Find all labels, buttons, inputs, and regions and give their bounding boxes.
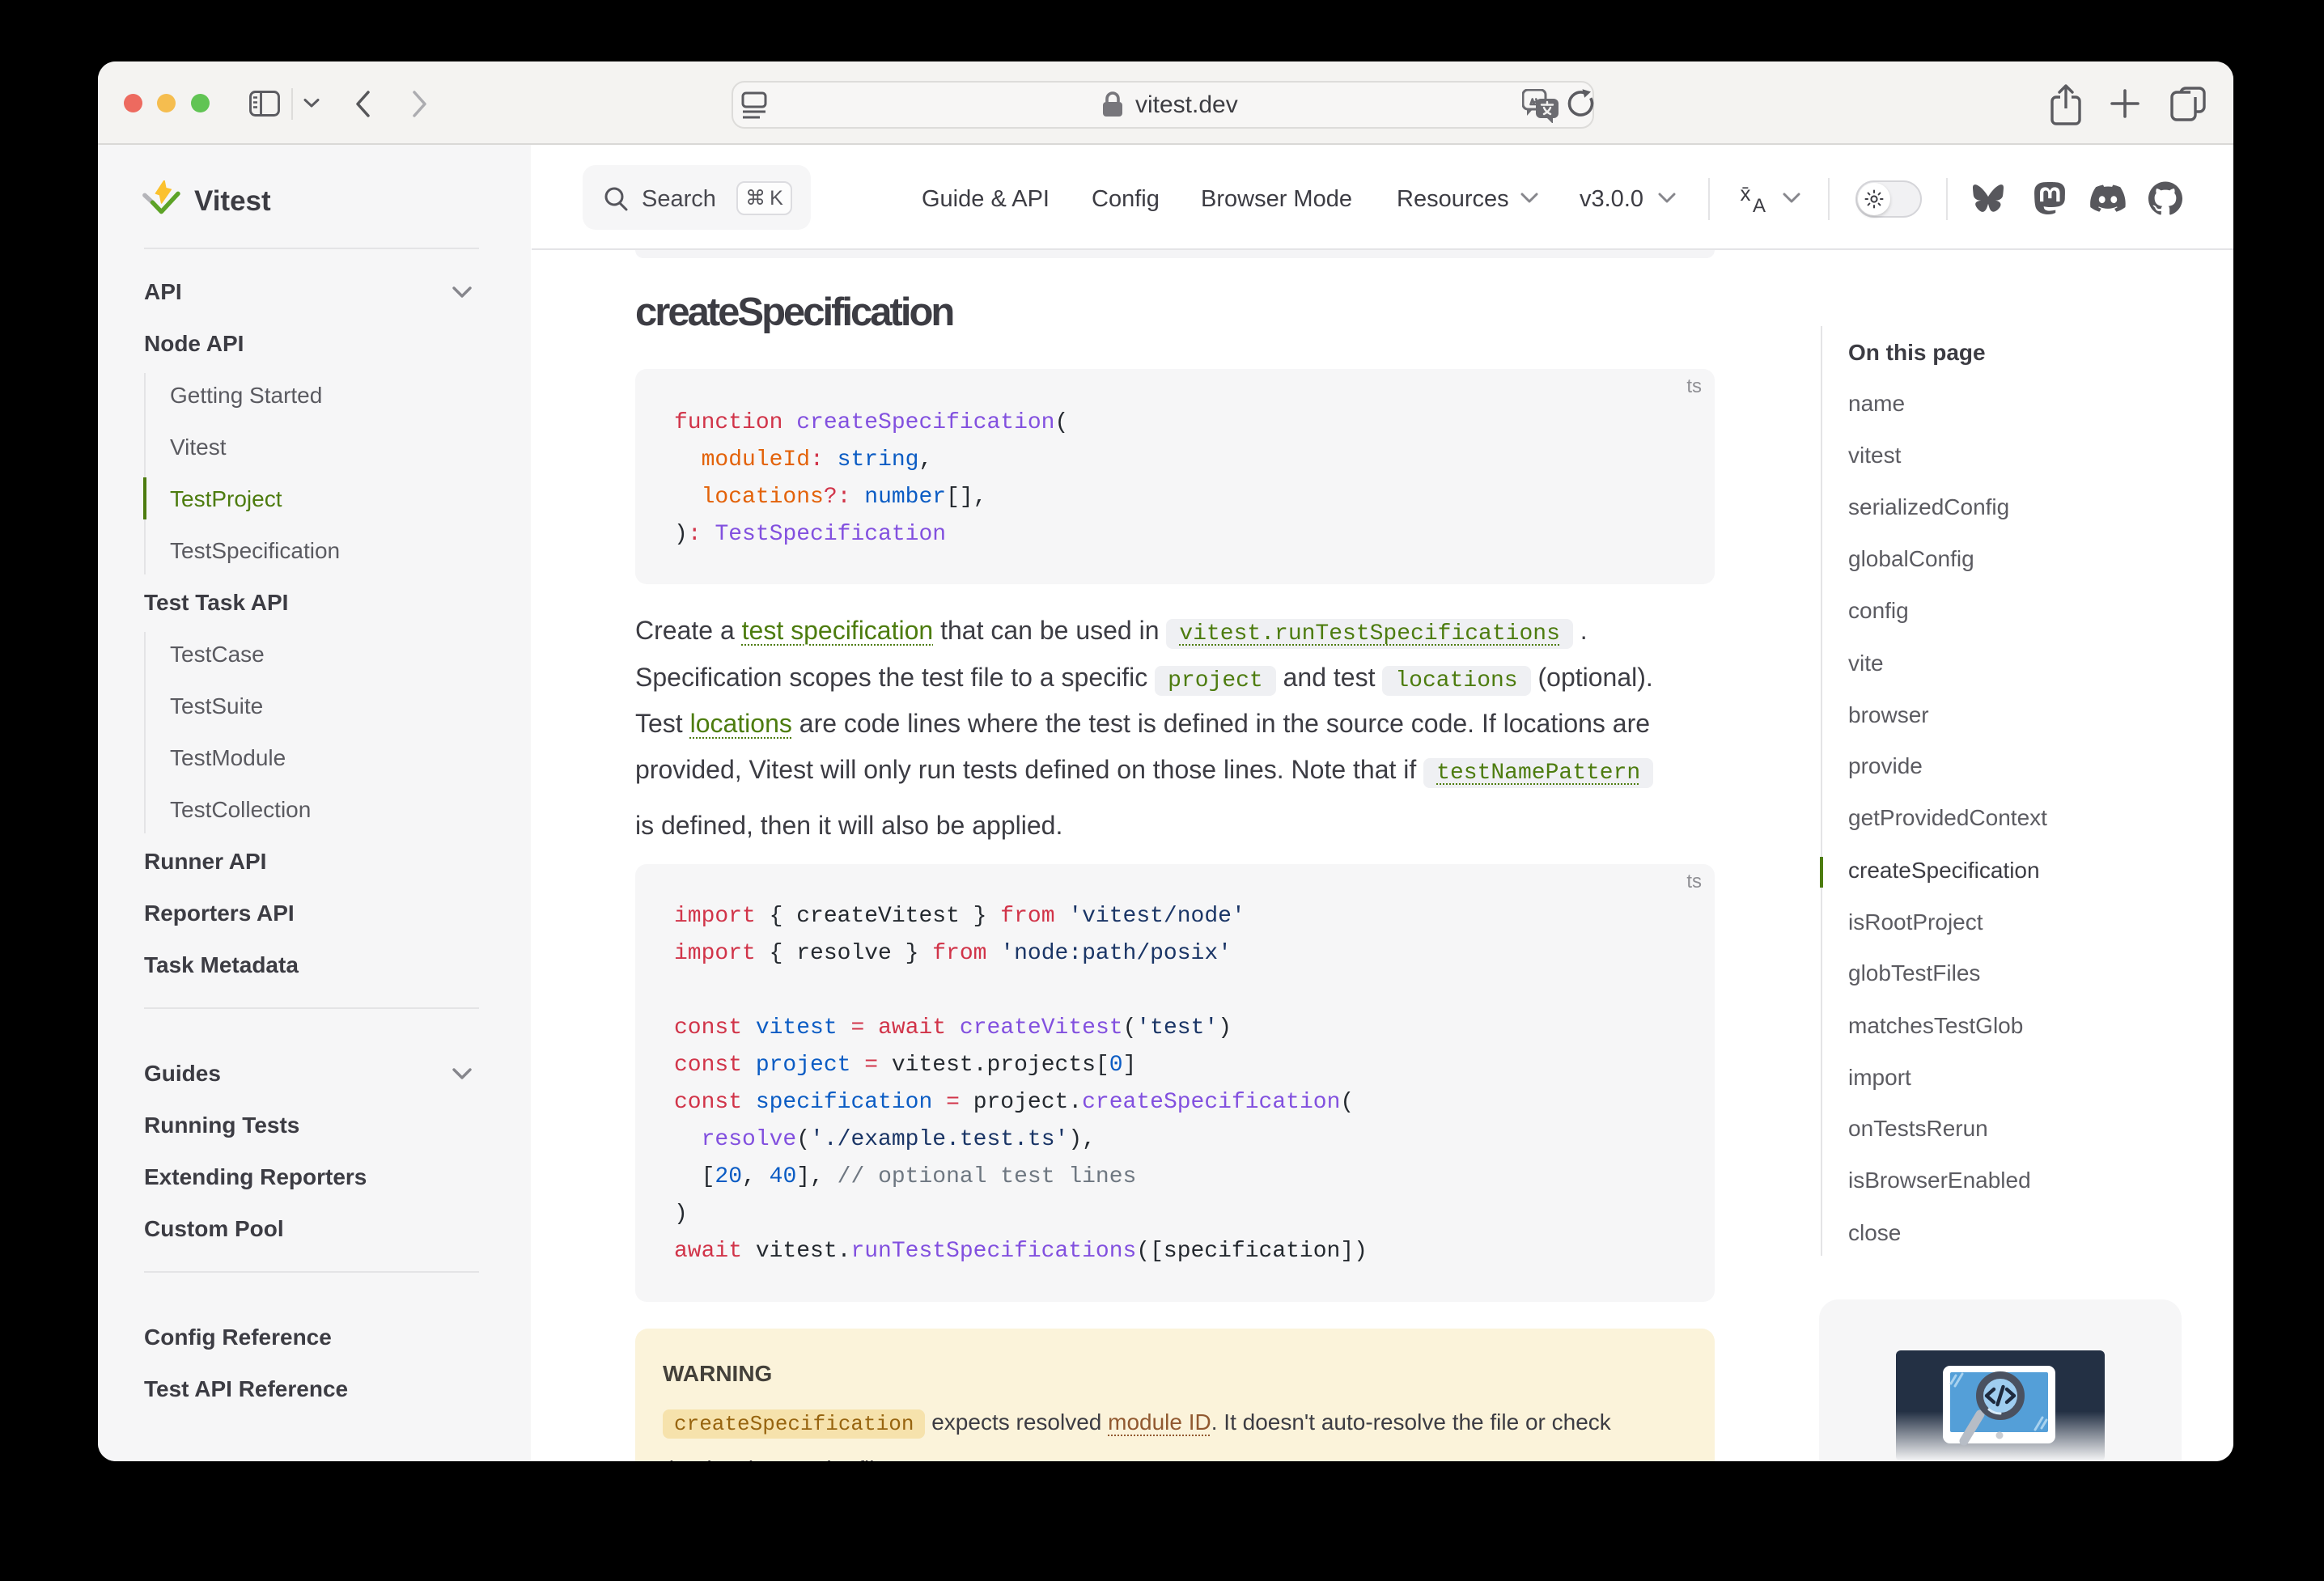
svg-text:A: A <box>1753 195 1766 215</box>
svg-text:x̄: x̄ <box>1741 183 1751 206</box>
